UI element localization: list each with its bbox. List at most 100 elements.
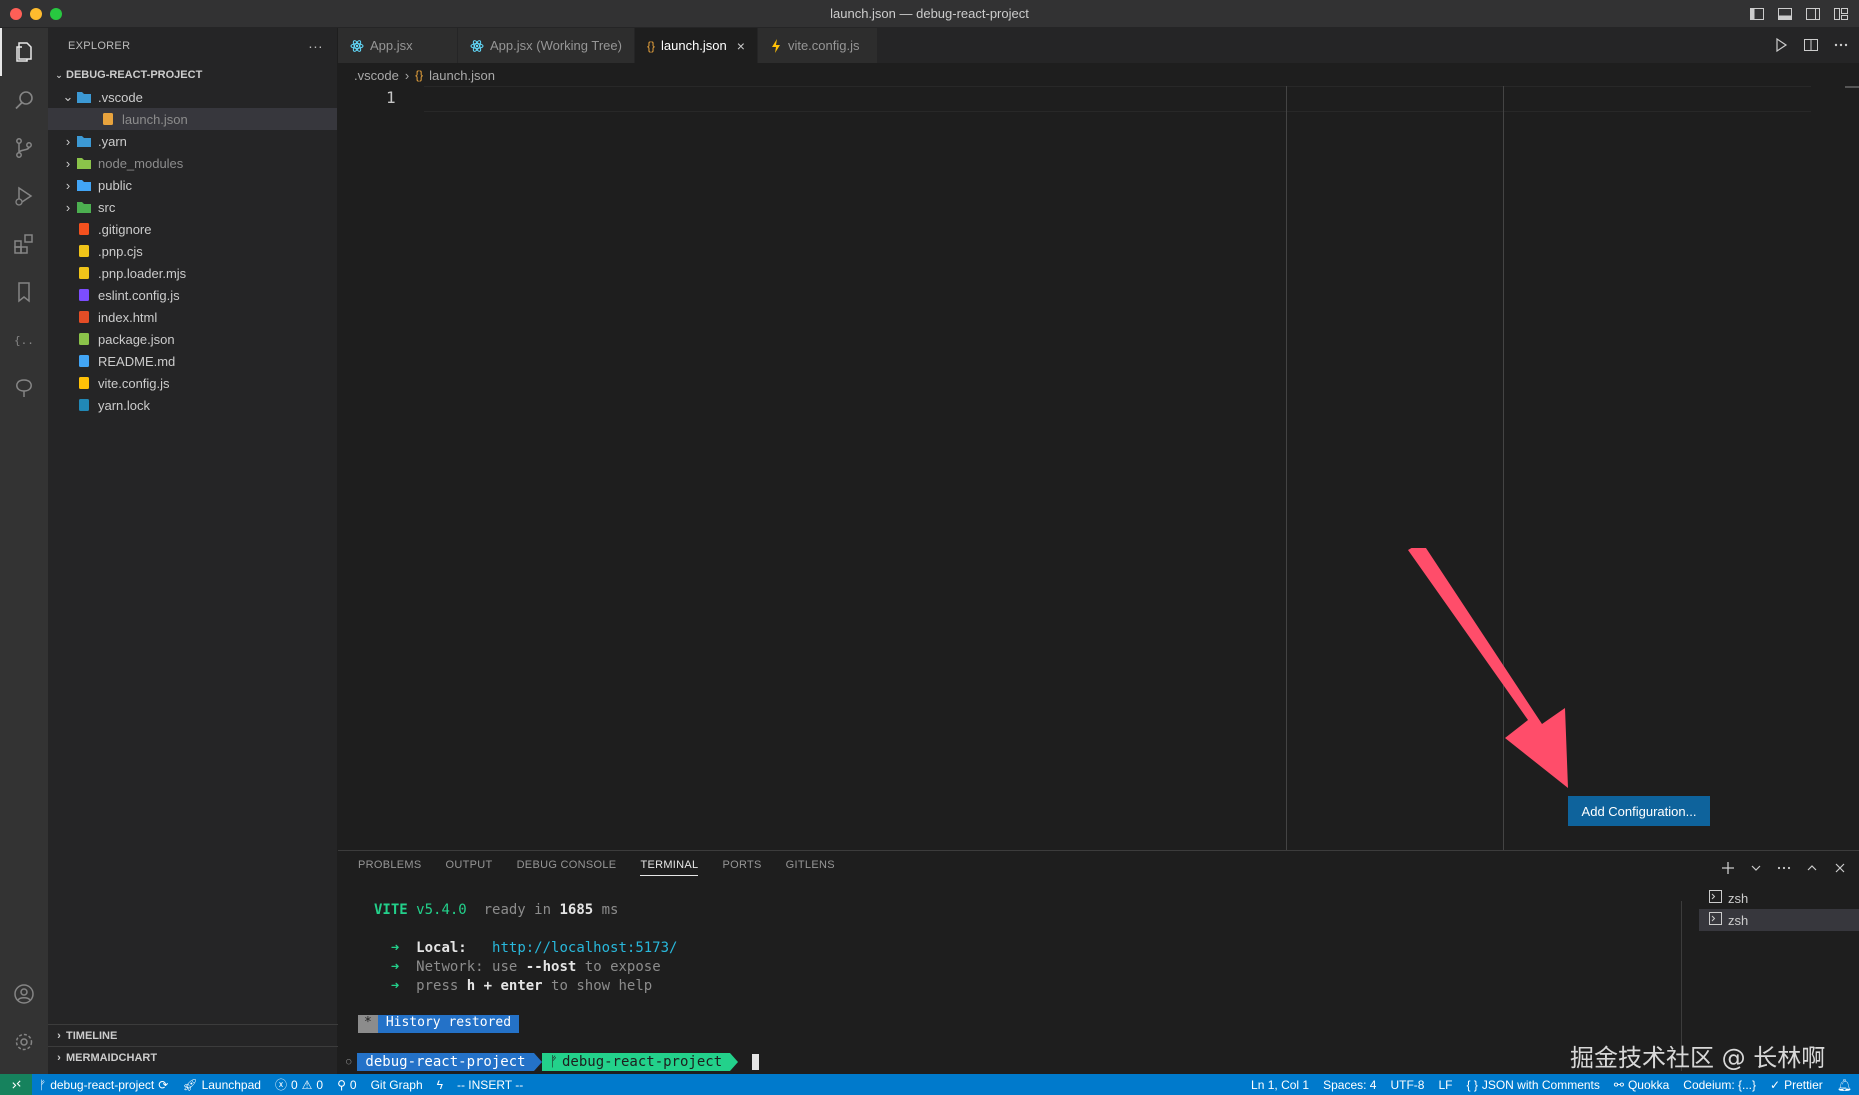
- src-folder-icon: [76, 199, 92, 215]
- add-configuration-button[interactable]: Add Configuration...: [1568, 796, 1710, 826]
- close-tab-icon[interactable]: ×: [737, 38, 745, 54]
- folder-item[interactable]: › .yarn: [48, 130, 337, 152]
- breadcrumb-file[interactable]: launch.json: [429, 68, 495, 83]
- editor-tab[interactable]: {} launch.json ×: [634, 28, 758, 63]
- timeline-section[interactable]: › TIMELINE: [48, 1024, 338, 1046]
- explorer-more-button[interactable]: ···: [308, 38, 323, 54]
- extensions-activity[interactable]: [0, 220, 48, 268]
- more-actions-icon[interactable]: [1777, 861, 1791, 875]
- folder-item[interactable]: ⌄ .vscode: [48, 86, 337, 108]
- quokka-status[interactable]: ⚯ Quokka: [1607, 1078, 1676, 1092]
- launchpad-status[interactable]: 🚀︎ Launchpad: [175, 1078, 268, 1092]
- language-status[interactable]: { } JSON with Comments: [1459, 1078, 1606, 1092]
- encoding-status[interactable]: UTF-8: [1383, 1078, 1431, 1092]
- close-window-button[interactable]: [10, 8, 22, 20]
- panel-tab-gitlens[interactable]: GITLENS: [786, 859, 835, 876]
- editor-tab[interactable]: App.jsx: [338, 28, 458, 63]
- rocket-icon: 🚀︎: [182, 1077, 198, 1092]
- file-item[interactable]: .pnp.cjs: [48, 240, 337, 262]
- chevron-right-icon: ›: [57, 1051, 61, 1064]
- search-activity[interactable]: [0, 76, 48, 124]
- close-panel-icon[interactable]: [1833, 861, 1847, 875]
- ready-unit: ms: [601, 902, 619, 918]
- panel-tab-list: PROBLEMS OUTPUT DEBUG CONSOLE TERMINAL PORTS…: [358, 859, 835, 876]
- nodejs-icon: [76, 331, 92, 347]
- editor-tab[interactable]: vite.config.js: [757, 28, 878, 63]
- eol-status[interactable]: LF: [1431, 1078, 1459, 1092]
- breadcrumb-folder[interactable]: .vscode: [354, 68, 399, 83]
- terminal-instance[interactable]: zsh: [1699, 909, 1859, 931]
- local-url[interactable]: http://localhost:5173/: [492, 940, 677, 956]
- source-control-activity[interactable]: [0, 124, 48, 172]
- file-item[interactable]: eslint.config.js: [48, 284, 337, 306]
- terminal-output[interactable]: VITE v5.4.0 ready in 1685 ms ➜ Local: ht…: [374, 901, 677, 996]
- json-icon: {...}: [14, 334, 36, 347]
- shell-prompt[interactable]: ○ debug-react-project ᚠ debug-react-proje…: [346, 1053, 760, 1071]
- project-folder-header[interactable]: ⌄ DEBUG-REACT-PROJECT: [48, 64, 337, 86]
- file-item[interactable]: yarn.lock: [48, 394, 337, 416]
- file-item[interactable]: README.md: [48, 350, 337, 372]
- tree-icon: [16, 379, 32, 397]
- toggle-sidebar-icon[interactable]: [1749, 6, 1765, 22]
- remote-indicator[interactable]: [0, 1074, 32, 1095]
- eslint-icon: [76, 287, 92, 303]
- panel-tab-output[interactable]: OUTPUT: [446, 859, 493, 876]
- json-braces-icon: [100, 111, 116, 127]
- code-editor[interactable]: 1: [338, 86, 1859, 850]
- panel-tab-problems[interactable]: PROBLEMS: [358, 859, 422, 876]
- launchpad-label: Launchpad: [201, 1077, 261, 1092]
- chevron-right-icon: ›: [65, 177, 71, 193]
- json-activity[interactable]: {...}: [0, 316, 48, 364]
- split-editor-icon[interactable]: [1803, 37, 1819, 53]
- folder-item[interactable]: › public: [48, 174, 337, 196]
- git-graph-status[interactable]: Git Graph: [364, 1078, 430, 1092]
- codeium-bolt-status[interactable]: ϟ: [430, 1078, 450, 1092]
- new-terminal-icon[interactable]: [1721, 861, 1735, 875]
- problems-status[interactable]: ⓧ 0 ⚠ 0: [268, 1076, 330, 1093]
- chevron-down-icon[interactable]: [1749, 861, 1763, 875]
- terminal-instance[interactable]: zsh: [1699, 887, 1859, 909]
- explorer-activity[interactable]: [0, 28, 48, 76]
- editor-tab[interactable]: App.jsx (Working Tree): [458, 28, 635, 63]
- codeium-status[interactable]: Codeium: {...}: [1676, 1078, 1763, 1092]
- file-item[interactable]: .pnp.loader.mjs: [48, 262, 337, 284]
- panel-tab-terminal[interactable]: TERMINAL: [640, 859, 699, 876]
- cursor-position[interactable]: Ln 1, Col 1: [1244, 1078, 1316, 1092]
- mermaidchart-section[interactable]: › MERMAIDCHART: [48, 1046, 338, 1068]
- prettier-status[interactable]: ✓ Prettier: [1763, 1078, 1830, 1092]
- folder-item[interactable]: › node_modules: [48, 152, 337, 174]
- minimize-window-button[interactable]: [30, 8, 42, 20]
- toggle-panel-icon[interactable]: [1777, 6, 1793, 22]
- file-item[interactable]: .gitignore: [48, 218, 337, 240]
- tree-activity[interactable]: [0, 364, 48, 412]
- run-icon[interactable]: [1773, 37, 1789, 53]
- zoom-window-button[interactable]: [50, 8, 62, 20]
- ports-status[interactable]: ⚲ 0: [330, 1078, 363, 1092]
- status-bar: ᚠ debug-react-project ⟳ 🚀︎ Launchpad ⓧ 0…: [0, 1074, 1859, 1095]
- maximize-panel-icon[interactable]: [1805, 861, 1819, 875]
- file-item[interactable]: package.json: [48, 328, 337, 350]
- branch-status[interactable]: ᚠ debug-react-project ⟳: [32, 1078, 175, 1092]
- local-label: Local:: [416, 940, 467, 956]
- html-icon: [76, 309, 92, 325]
- more-actions-icon[interactable]: [1833, 37, 1849, 53]
- branch-name: debug-react-project: [50, 1077, 155, 1092]
- timeline-title: TIMELINE: [66, 1029, 118, 1042]
- folder-item[interactable]: › src: [48, 196, 337, 218]
- file-item[interactable]: vite.config.js: [48, 372, 337, 394]
- run-debug-activity[interactable]: [0, 172, 48, 220]
- vim-mode-status: -- INSERT --: [456, 1077, 524, 1092]
- indentation-status[interactable]: Spaces: 4: [1316, 1078, 1383, 1092]
- panel-tab-debug-console[interactable]: DEBUG CONSOLE: [517, 859, 617, 876]
- layout-controls: [1749, 6, 1849, 22]
- panel-tab-ports[interactable]: PORTS: [722, 859, 761, 876]
- notifications-status[interactable]: 🔔︎: [1830, 1078, 1859, 1092]
- file-item[interactable]: index.html: [48, 306, 337, 328]
- file-item[interactable]: launch.json: [48, 108, 337, 130]
- tree-item-label: src: [98, 199, 116, 215]
- toggle-secondary-sidebar-icon[interactable]: [1805, 6, 1821, 22]
- customize-layout-icon[interactable]: [1833, 6, 1849, 22]
- manage-activity[interactable]: [0, 1018, 48, 1066]
- accounts-activity[interactable]: [0, 970, 48, 1018]
- bookmarks-activity[interactable]: [0, 268, 48, 316]
